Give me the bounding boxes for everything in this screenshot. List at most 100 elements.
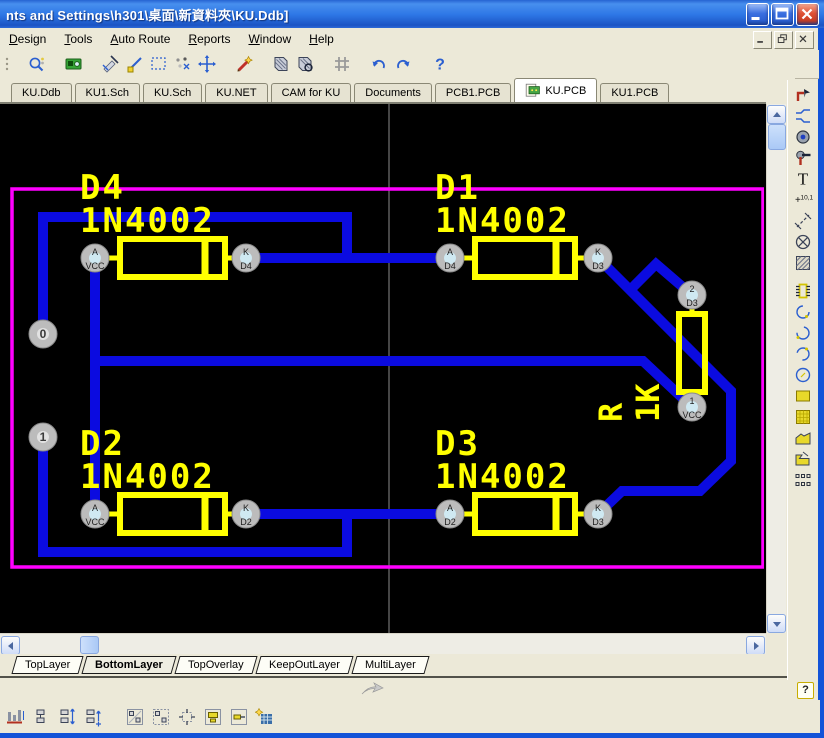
layer-tab-keepoutlayer[interactable]: KeepOutLayer — [255, 656, 353, 674]
pad[interactable]: 1 — [29, 423, 57, 451]
component-align-icon[interactable] — [28, 704, 54, 730]
mdi-restore-icon[interactable] — [774, 31, 793, 49]
new-grid-icon[interactable] — [252, 704, 278, 730]
space-box-dashed-icon[interactable] — [148, 704, 174, 730]
scroll-right-icon[interactable] — [746, 636, 765, 655]
cutout-icon[interactable] — [792, 231, 814, 252]
layer-tab-multilayer[interactable]: MultiLayer — [351, 656, 429, 674]
center-component-icon[interactable] — [200, 704, 226, 730]
slice-icon[interactable] — [792, 448, 814, 469]
pad[interactable]: AD2 — [436, 500, 464, 528]
split-plane-icon[interactable] — [792, 427, 814, 448]
pad[interactable]: KD3 — [584, 500, 612, 528]
scroll-down-icon[interactable] — [767, 614, 786, 633]
menu-window[interactable]: Window — [239, 29, 300, 49]
menu-auto-route[interactable]: Auto Route — [101, 29, 179, 49]
help-bubble-icon[interactable]: ? — [797, 682, 814, 699]
svg-text:K: K — [243, 503, 249, 513]
pad[interactable]: AVCC — [81, 244, 109, 272]
pcb-drawing[interactable]: D41N4002D11N4002D21N4002D31N4002R1KAVCCK… — [0, 104, 764, 633]
layer-tab-bottomlayer[interactable]: BottomLayer — [82, 656, 177, 674]
arc-angle-icon[interactable] — [792, 343, 814, 364]
win-maximize-icon[interactable] — [771, 3, 794, 26]
pad[interactable]: 0 — [29, 320, 57, 348]
distribute-vert-icon[interactable] — [54, 704, 80, 730]
grid-icon[interactable] — [330, 52, 354, 76]
doc-tab-ku.net[interactable]: KU.NET — [205, 83, 267, 102]
layer-tab-label: MultiLayer — [365, 659, 416, 671]
coordinate-icon[interactable]: +10,10 — [792, 189, 814, 210]
vertical-scrollbar[interactable] — [766, 104, 786, 633]
separator-dots-icon[interactable] — [1, 52, 25, 76]
browse-library-icon[interactable] — [293, 52, 317, 76]
win-minimize-icon[interactable] — [746, 3, 769, 26]
deselect-icon[interactable] — [171, 52, 195, 76]
menu-tools[interactable]: Tools — [55, 29, 101, 49]
scroll-up-icon[interactable] — [767, 105, 786, 124]
pencil-wizard-icon[interactable] — [232, 52, 256, 76]
arc-edge-icon[interactable] — [792, 301, 814, 322]
doc-tab-ku1.sch[interactable]: KU1.Sch — [75, 83, 140, 102]
shrink-grid-icon[interactable] — [174, 704, 200, 730]
mdi-close-icon[interactable] — [795, 31, 814, 49]
knife-icon[interactable] — [99, 52, 123, 76]
selection-rect-icon[interactable] — [147, 52, 171, 76]
fill-hatch-icon[interactable] — [792, 252, 814, 273]
undo-icon[interactable] — [367, 52, 391, 76]
align-bottom-icon[interactable] — [2, 704, 28, 730]
polygon-plane-icon[interactable] — [792, 406, 814, 427]
array-paste-icon[interactable] — [792, 469, 814, 490]
text-string-icon[interactable]: T — [792, 168, 814, 189]
via-icon[interactable] — [792, 147, 814, 168]
pad[interactable]: KD2 — [232, 500, 260, 528]
win-close-icon[interactable] — [796, 3, 819, 26]
dimension-icon[interactable] — [792, 210, 814, 231]
pcb-doc-icon[interactable] — [525, 83, 541, 99]
zoom-tool-icon[interactable] — [25, 52, 49, 76]
rect-fill-icon[interactable] — [792, 385, 814, 406]
scroll-left-icon[interactable] — [1, 636, 20, 655]
mdi-minimize-icon[interactable] — [753, 31, 772, 49]
pcb-canvas[interactable]: D41N4002D11N4002D21N4002D31N4002R1KAVCCK… — [0, 102, 766, 635]
pad-icon[interactable] — [792, 126, 814, 147]
pad[interactable]: AVCC — [81, 500, 109, 528]
vertical-scroll-thumb[interactable] — [768, 124, 786, 150]
help-icon[interactable]: ? — [428, 52, 452, 76]
doc-tab-documents[interactable]: Documents — [354, 83, 432, 102]
title-bar[interactable]: nts and Settings\h301\桌面\新資料夾\KU.Ddb] — [0, 0, 824, 28]
doc-tab-ku1.pcb[interactable]: KU1.PCB — [600, 83, 669, 102]
pad[interactable]: AD4 — [436, 244, 464, 272]
doc-tab-ku.pcb[interactable]: KU.PCB — [514, 78, 597, 102]
pad[interactable]: KD3 — [584, 244, 612, 272]
library-book-icon[interactable] — [269, 52, 293, 76]
horizontal-scroll-thumb[interactable] — [80, 636, 99, 654]
doc-tab-pcb1.pcb[interactable]: PCB1.PCB — [435, 83, 511, 102]
move-cross-icon[interactable] — [195, 52, 219, 76]
svg-text:D4: D4 — [240, 261, 252, 271]
distribute-horiz-icon[interactable] — [80, 704, 106, 730]
plug-component-icon[interactable] — [226, 704, 252, 730]
board-browser-icon[interactable] — [62, 52, 86, 76]
component-icon[interactable] — [792, 280, 814, 301]
toolbar-separator — [256, 53, 269, 75]
multi-trace-icon[interactable] — [792, 105, 814, 126]
menu-design[interactable]: Design — [0, 29, 55, 49]
doc-tab-ku.ddb[interactable]: KU.Ddb — [11, 83, 72, 102]
line-draw-icon[interactable] — [123, 52, 147, 76]
menu-help[interactable]: Help — [300, 29, 343, 49]
doc-tab-ku.sch[interactable]: KU.Sch — [143, 83, 202, 102]
comment-D2: 1N4002 — [80, 457, 215, 497]
pad[interactable]: 1VCC — [678, 393, 706, 421]
layer-tab-toplayer[interactable]: TopLayer — [11, 656, 83, 674]
redo-icon[interactable] — [391, 52, 415, 76]
menu-reports[interactable]: Reports — [179, 29, 239, 49]
space-box-icon[interactable] — [122, 704, 148, 730]
pad[interactable]: KD4 — [232, 244, 260, 272]
horizontal-scrollbar[interactable] — [0, 633, 766, 655]
pad[interactable]: 2D3 — [678, 281, 706, 309]
full-circle-icon[interactable] — [792, 364, 814, 385]
layer-tab-topoverlay[interactable]: TopOverlay — [175, 656, 258, 674]
route-track-icon[interactable] — [792, 84, 814, 105]
doc-tab-cam-for-ku[interactable]: CAM for KU — [271, 83, 352, 102]
arc-center-icon[interactable] — [792, 322, 814, 343]
